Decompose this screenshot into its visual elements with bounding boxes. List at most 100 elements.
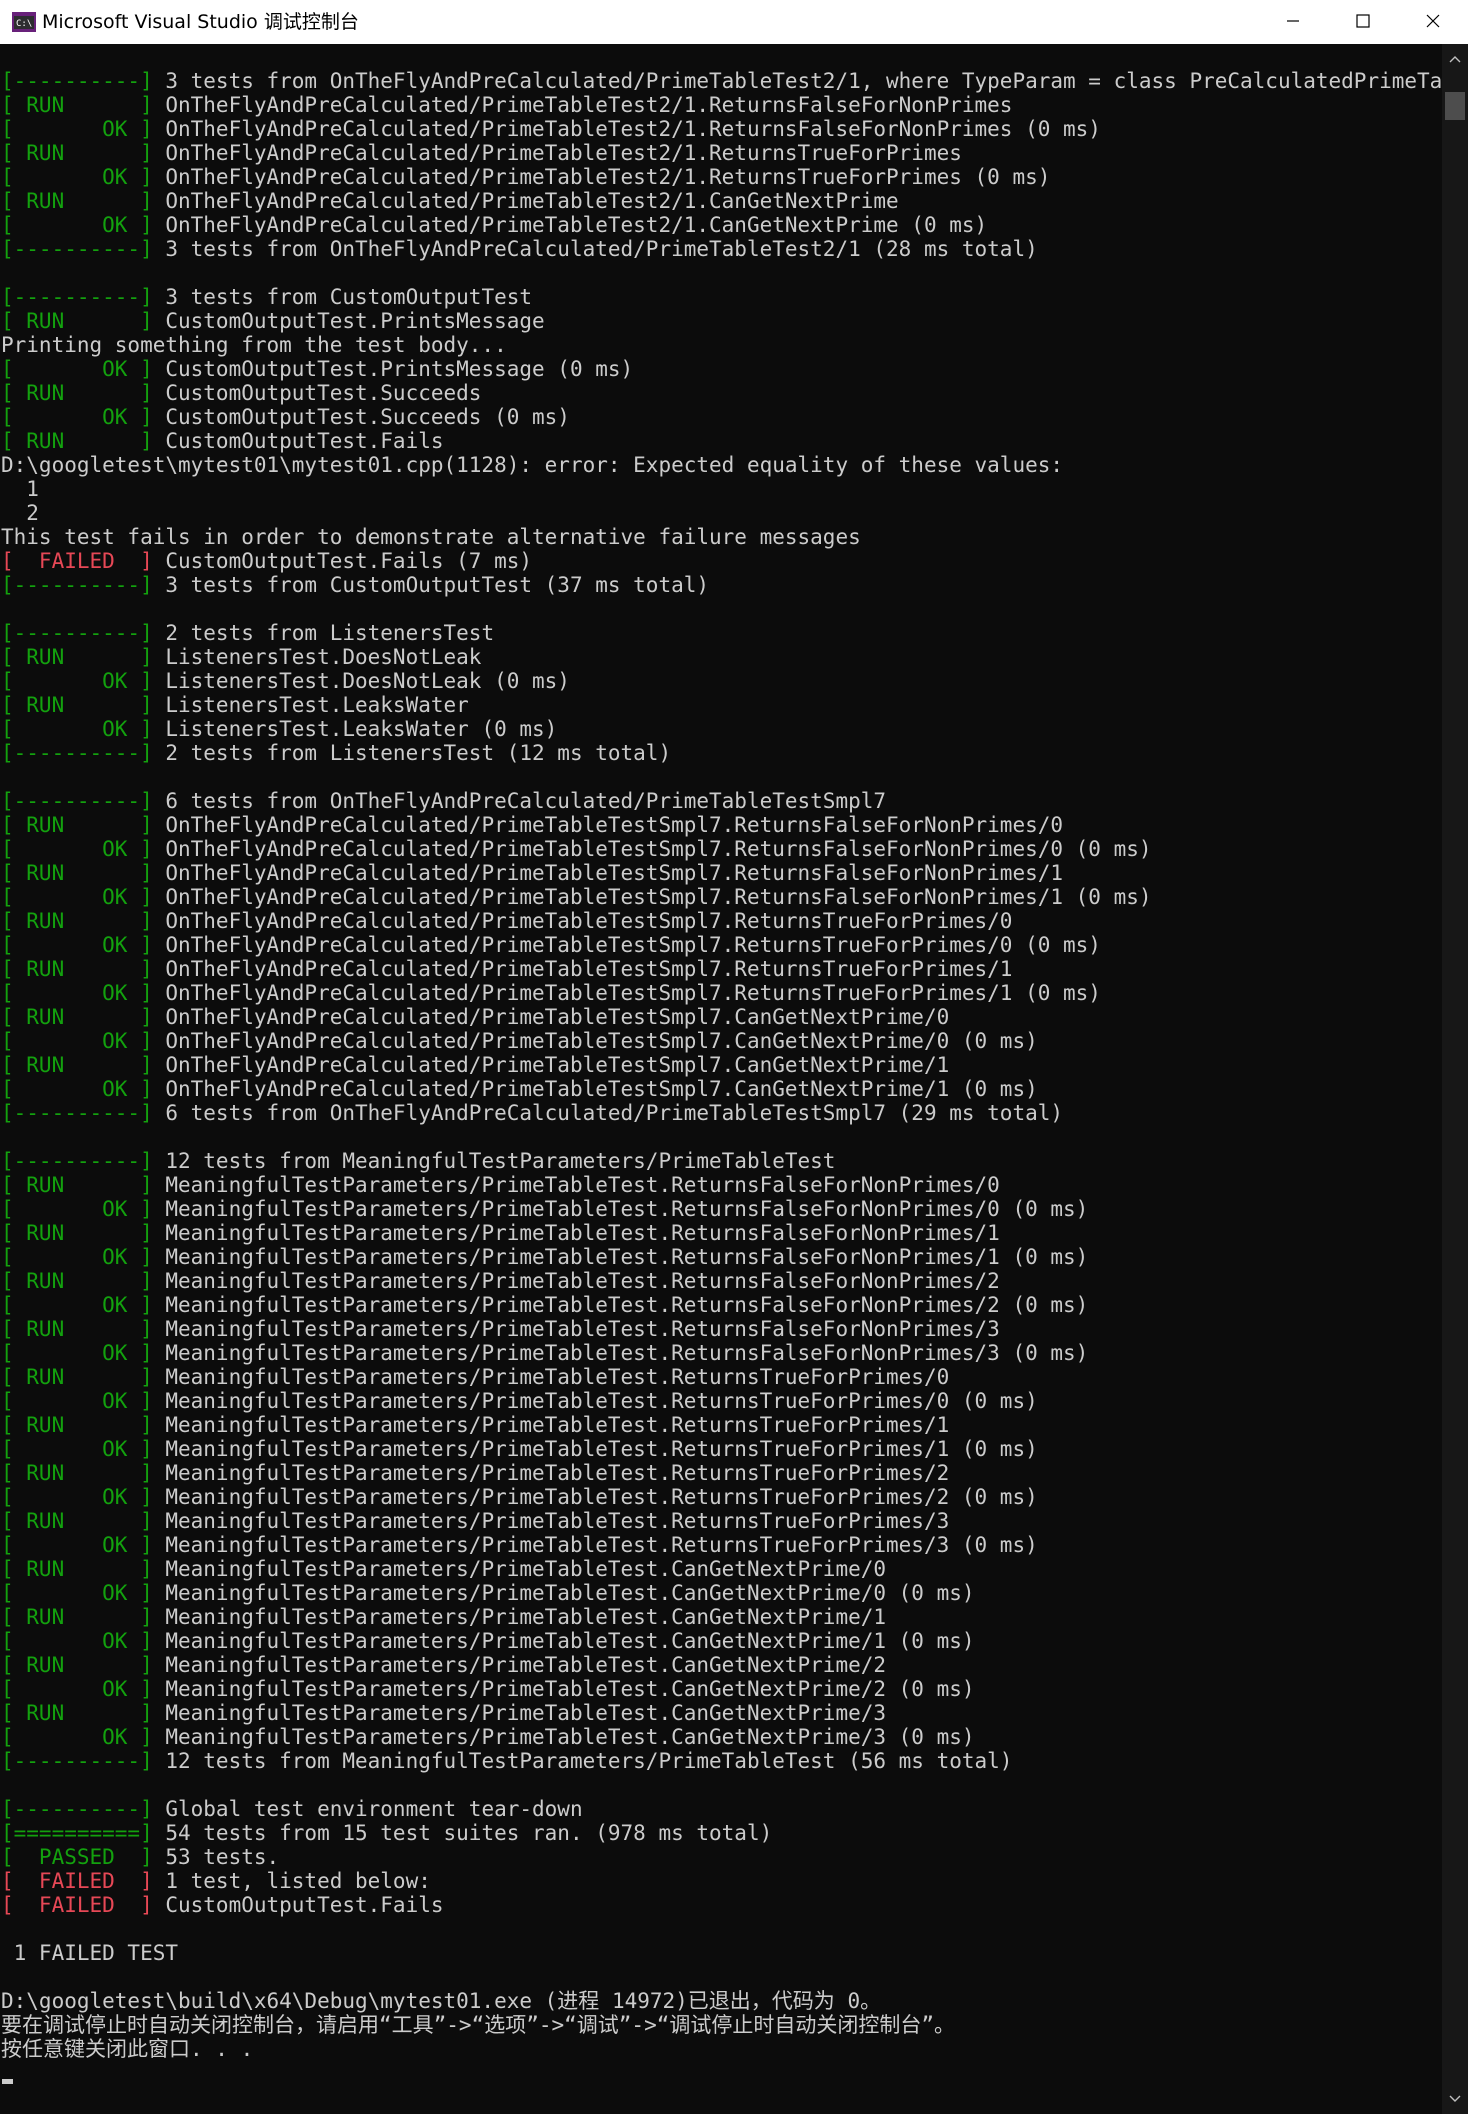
status-tag: [ OK ] — [1, 1629, 153, 1653]
status-tag: [ OK ] — [1, 669, 153, 693]
status-tag: [ OK ] — [1, 1197, 153, 1221]
console-line-text: D:\googletest\build\x64\Debug\mytest01.e… — [1, 1989, 882, 2013]
console-line-text: 3 tests from OnTheFlyAndPreCalculated/Pr… — [152, 69, 1442, 93]
console-line: [ OK ] OnTheFlyAndPreCalculated/PrimeTab… — [1, 981, 1442, 1005]
console-line-text: OnTheFlyAndPreCalculated/PrimeTableTest2… — [152, 165, 1051, 189]
console-line: [ OK ] MeaningfulTestParameters/PrimeTab… — [1, 1581, 1442, 1605]
console-line-text: Global test environment tear-down — [152, 1797, 583, 1821]
console-line: This test fails in order to demonstrate … — [1, 525, 1442, 549]
status-tag: [ RUN ] — [1, 93, 153, 117]
console-line: [ PASSED ] 53 tests. — [1, 1845, 1442, 1869]
console-line-text: OnTheFlyAndPreCalculated/PrimeTableTestS… — [152, 885, 1152, 909]
console-line: [ RUN ] CustomOutputTest.PrintsMessage — [1, 309, 1442, 333]
status-tag: [ RUN ] — [1, 1005, 153, 1029]
status-tag: [ RUN ] — [1, 141, 153, 165]
close-button[interactable] — [1398, 0, 1468, 44]
console-line-text: MeaningfulTestParameters/PrimeTableTest.… — [152, 1413, 950, 1437]
console-line: [ RUN ] MeaningfulTestParameters/PrimeTa… — [1, 1653, 1442, 1677]
console-line-text: 1 — [1, 477, 39, 501]
console-line: Printing something from the test body... — [1, 333, 1442, 357]
status-tag: [----------] — [1, 1797, 153, 1821]
status-tag: [ OK ] — [1, 837, 153, 861]
console-line-text: MeaningfulTestParameters/PrimeTableTest.… — [152, 1245, 1089, 1269]
console-line-text: MeaningfulTestParameters/PrimeTableTest.… — [152, 1701, 887, 1725]
status-tag: [ OK ] — [1, 1485, 153, 1509]
console-line-text: OnTheFlyAndPreCalculated/PrimeTableTest2… — [152, 117, 1101, 141]
console-line: [----------] 3 tests from OnTheFlyAndPre… — [1, 69, 1442, 93]
console-line: 1 FAILED TEST — [1, 1941, 1442, 1965]
svg-text:C:\: C:\ — [16, 19, 32, 29]
console-line-text: OnTheFlyAndPreCalculated/PrimeTableTestS… — [152, 813, 1064, 837]
status-tag: [ OK ] — [1, 1077, 153, 1101]
console-line-text: OnTheFlyAndPreCalculated/PrimeTableTest2… — [152, 189, 899, 213]
console-output[interactable]: [----------] 3 tests from OnTheFlyAndPre… — [0, 44, 1442, 2114]
console-line: [ RUN ] ListenersTest.DoesNotLeak — [1, 645, 1442, 669]
vertical-scrollbar[interactable] — [1442, 44, 1468, 2114]
console-line: [ OK ] OnTheFlyAndPreCalculated/PrimeTab… — [1, 213, 1442, 237]
status-tag: [ RUN ] — [1, 1653, 153, 1677]
console-line: D:\googletest\build\x64\Debug\mytest01.e… — [1, 1989, 1442, 2013]
console-line: [ OK ] MeaningfulTestParameters/PrimeTab… — [1, 1725, 1442, 1749]
title-bar[interactable]: C:\ Microsoft Visual Studio 调试控制台 — [0, 0, 1468, 44]
status-tag: [ OK ] — [1, 213, 153, 237]
console-line: [ OK ] CustomOutputTest.PrintsMessage (0… — [1, 357, 1442, 381]
console-line: [ OK ] ListenersTest.DoesNotLeak (0 ms) — [1, 669, 1442, 693]
scroll-up-arrow-icon[interactable] — [1442, 48, 1468, 70]
status-tag: [ OK ] — [1, 1341, 153, 1365]
console-line: D:\googletest\mytest01\mytest01.cpp(1128… — [1, 453, 1442, 477]
failed-status-tag: [ FAILED ] — [1, 1869, 153, 1893]
status-tag: [ OK ] — [1, 1533, 153, 1557]
console-line-text: OnTheFlyAndPreCalculated/PrimeTableTestS… — [152, 933, 1101, 957]
console-line: [ RUN ] OnTheFlyAndPreCalculated/PrimeTa… — [1, 1053, 1442, 1077]
minimize-button[interactable] — [1258, 0, 1328, 44]
console-line-text: 要在调试停止时自动关闭控制台，请启用“工具”->“选项”->“调试”->“调试停… — [1, 2013, 955, 2037]
console-line: [ RUN ] MeaningfulTestParameters/PrimeTa… — [1, 1221, 1442, 1245]
console-line-text: 3 tests from OnTheFlyAndPreCalculated/Pr… — [152, 237, 1038, 261]
scrollbar-thumb[interactable] — [1445, 92, 1465, 120]
console-line: [ OK ] CustomOutputTest.Succeeds (0 ms) — [1, 405, 1442, 429]
status-tag: [ OK ] — [1, 1725, 153, 1749]
console-line-text: 6 tests from OnTheFlyAndPreCalculated/Pr… — [152, 789, 887, 813]
console-line-text: 54 tests from 15 test suites ran. (978 m… — [152, 1821, 773, 1845]
status-tag: [----------] — [1, 573, 153, 597]
console-line: [ RUN ] OnTheFlyAndPreCalculated/PrimeTa… — [1, 813, 1442, 837]
console-line-text: CustomOutputTest.PrintsMessage (0 ms) — [152, 357, 634, 381]
console-line: [ RUN ] MeaningfulTestParameters/PrimeTa… — [1, 1365, 1442, 1389]
status-tag: [ OK ] — [1, 117, 153, 141]
console-line-text: ListenersTest.LeaksWater — [152, 693, 469, 717]
console-line: [----------] 3 tests from OnTheFlyAndPre… — [1, 237, 1442, 261]
console-line-text: 3 tests from CustomOutputTest (37 ms tot… — [152, 573, 710, 597]
status-tag: [----------] — [1, 741, 153, 765]
console-line-text: 53 tests. — [152, 1845, 280, 1869]
status-tag: [ RUN ] — [1, 645, 153, 669]
console-line-text: 12 tests from MeaningfulTestParameters/P… — [152, 1749, 1013, 1773]
console-line-text: MeaningfulTestParameters/PrimeTableTest.… — [152, 1389, 1038, 1413]
console-line: [----------] 12 tests from MeaningfulTes… — [1, 1749, 1442, 1773]
console-line: [ RUN ] MeaningfulTestParameters/PrimeTa… — [1, 1269, 1442, 1293]
status-tag: [ RUN ] — [1, 909, 153, 933]
console-line-text: MeaningfulTestParameters/PrimeTableTest.… — [152, 1197, 1089, 1221]
console-line: [ RUN ] OnTheFlyAndPreCalculated/PrimeTa… — [1, 861, 1442, 885]
console-line: [----------] 6 tests from OnTheFlyAndPre… — [1, 789, 1442, 813]
console-line-text: OnTheFlyAndPreCalculated/PrimeTableTestS… — [152, 1077, 1038, 1101]
console-line: 1 — [1, 477, 1442, 501]
console-line: 2 — [1, 501, 1442, 525]
status-tag: [----------] — [1, 1749, 153, 1773]
scroll-down-arrow-icon[interactable] — [1442, 2088, 1468, 2110]
status-tag: [ RUN ] — [1, 957, 153, 981]
status-tag: [ RUN ] — [1, 189, 153, 213]
console-lines: [----------] 3 tests from OnTheFlyAndPre… — [0, 44, 1442, 2061]
console-line: [ RUN ] MeaningfulTestParameters/PrimeTa… — [1, 1173, 1442, 1197]
minimize-icon — [1286, 13, 1300, 32]
status-tag: [ RUN ] — [1, 309, 153, 333]
console-line: [ RUN ] CustomOutputTest.Fails — [1, 429, 1442, 453]
status-tag: [ RUN ] — [1, 1173, 153, 1197]
maximize-button[interactable] — [1328, 0, 1398, 44]
status-tag: [----------] — [1, 621, 153, 645]
console-line: [ RUN ] MeaningfulTestParameters/PrimeTa… — [1, 1509, 1442, 1533]
status-tag: [ OK ] — [1, 1245, 153, 1269]
console-line-text: OnTheFlyAndPreCalculated/PrimeTableTestS… — [152, 1005, 950, 1029]
console-line-text: MeaningfulTestParameters/PrimeTableTest.… — [152, 1341, 1089, 1365]
status-tag: [ OK ] — [1, 405, 153, 429]
